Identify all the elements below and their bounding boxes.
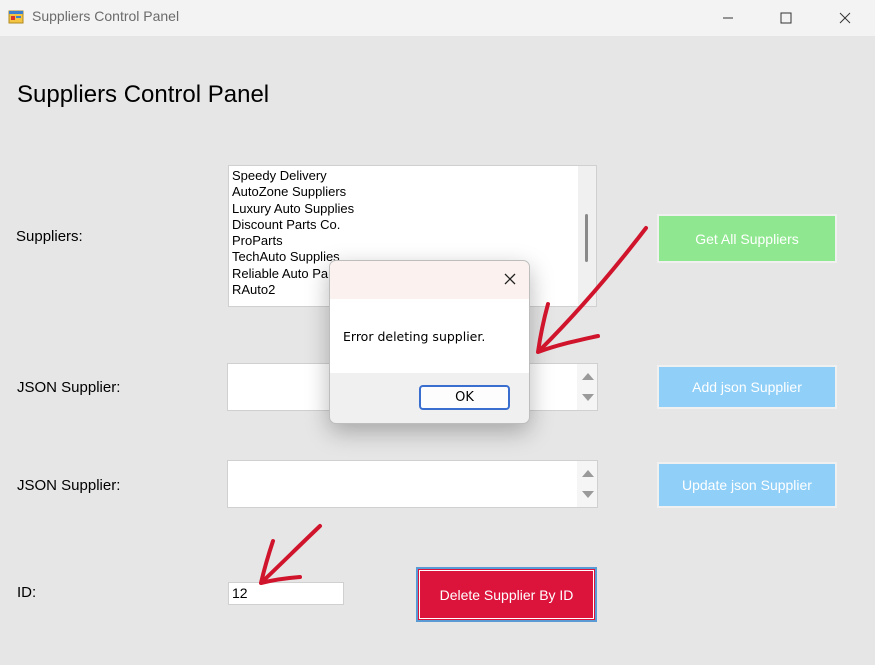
json-supplier-update-label: JSON Supplier: bbox=[17, 477, 121, 494]
id-input[interactable]: 12 bbox=[228, 582, 344, 605]
delete-supplier-button[interactable]: Delete Supplier By ID bbox=[416, 567, 597, 622]
json-supplier-add-label: JSON Supplier: bbox=[17, 379, 121, 396]
scroll-up-icon[interactable] bbox=[582, 373, 594, 380]
supplier-list-item[interactable]: ProParts bbox=[232, 233, 596, 249]
scroll-up-icon[interactable] bbox=[582, 470, 594, 477]
dialog-close-icon[interactable] bbox=[501, 270, 519, 288]
window-title: Suppliers Control Panel bbox=[32, 8, 180, 24]
scrollbar-thumb[interactable] bbox=[585, 214, 588, 262]
get-all-suppliers-button[interactable]: Get All Suppliers bbox=[657, 214, 837, 263]
close-icon bbox=[839, 9, 851, 28]
maximize-button[interactable] bbox=[757, 0, 815, 36]
scroll-down-icon[interactable] bbox=[582, 491, 594, 498]
minimize-icon bbox=[722, 9, 734, 28]
suppliers-label: Suppliers: bbox=[16, 228, 83, 245]
supplier-list-item[interactable]: Discount Parts Co. bbox=[232, 217, 596, 233]
json-update-scrollbar[interactable] bbox=[577, 461, 597, 507]
title-bar: Suppliers Control Panel bbox=[0, 0, 875, 36]
supplier-list-item[interactable]: AutoZone Suppliers bbox=[232, 184, 596, 200]
minimize-button[interactable] bbox=[699, 0, 757, 36]
scroll-down-icon[interactable] bbox=[582, 394, 594, 401]
supplier-list-item[interactable]: Speedy Delivery bbox=[232, 168, 596, 184]
supplier-list-item[interactable]: Luxury Auto Supplies bbox=[232, 201, 596, 217]
json-supplier-update-input[interactable] bbox=[227, 460, 598, 508]
add-json-supplier-button[interactable]: Add json Supplier bbox=[657, 365, 837, 409]
dialog-message: Error deleting supplier. bbox=[343, 329, 486, 344]
dialog-body: Error deleting supplier. bbox=[330, 299, 529, 373]
error-dialog: Error deleting supplier. OK bbox=[329, 260, 530, 424]
update-json-supplier-button[interactable]: Update json Supplier bbox=[657, 462, 837, 508]
dialog-title-bar bbox=[330, 261, 529, 299]
windows-form-icon bbox=[8, 9, 24, 25]
id-label: ID: bbox=[17, 584, 37, 601]
close-button[interactable] bbox=[816, 0, 874, 36]
page-title: Suppliers Control Panel bbox=[17, 81, 270, 108]
json-add-scrollbar[interactable] bbox=[577, 364, 597, 410]
suppliers-scrollbar[interactable] bbox=[578, 166, 596, 306]
maximize-icon bbox=[780, 9, 792, 28]
app-window: Suppliers Control Panel Suppliers Contro… bbox=[0, 0, 875, 665]
ok-button[interactable]: OK bbox=[419, 385, 510, 410]
